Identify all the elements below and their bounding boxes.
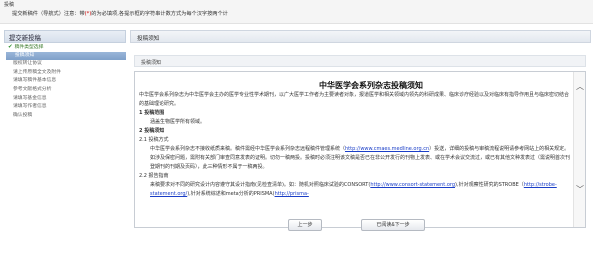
sidebar-title: 提交新投稿 xyxy=(4,30,126,43)
section-body: 中华医学会系列杂志不接收纸质来稿。稿件需经中华医学会系列杂志远程稿件管理系统（h… xyxy=(150,146,570,152)
notice-scroll-box[interactable]: 中华医学会系列杂志投稿须知 中华医学会系列杂志为中华医学会主办的医学专业性学术期… xyxy=(134,71,586,228)
scrollbar[interactable]: ︿ ﹀ xyxy=(573,72,585,227)
consort-link[interactable]: http://www.consort-statement.org xyxy=(370,182,455,188)
step-list: ✔ 稿件类型选择 投稿须知 版权转让协议 请上传原稿全文及附件 请填写稿件基本信息… xyxy=(4,43,126,120)
chevron-up-icon[interactable]: ︿ xyxy=(575,81,585,92)
step-item-notice[interactable]: 投稿须知 xyxy=(6,51,126,61)
page-title: 投稿 xyxy=(4,2,15,8)
panel-subtitle: 投稿须知 xyxy=(134,55,586,67)
step-item-upload[interactable]: 请上传原稿全文及附件 xyxy=(4,69,126,78)
read-next-button[interactable]: 已阅读&下一步 xyxy=(361,219,425,231)
step-item-references[interactable]: 参考文献格式分析 xyxy=(4,86,126,95)
section-body: 来稿要求对不同的研究设计内容遵守其设计指南(见检查清单)。如：随机对照临床试验的… xyxy=(150,182,557,197)
page-header: 投稿 提交新稿件（导航式）注意：带(*)的为必填项,各提示框的字符串计数方式为每… xyxy=(0,0,593,24)
step-item-confirm[interactable]: 确认投稿 xyxy=(4,112,126,121)
system-link[interactable]: http://www.cmaes.medline.org.cn xyxy=(345,146,429,152)
document-intro: 中华医学会系列杂志为中华医学会主办的医学专业性学术期刊，以广大医学工作者为主要读… xyxy=(139,92,570,107)
document-title: 中华医学会系列杂志投稿须知 xyxy=(319,81,423,90)
notice-document: 中华医学会系列杂志投稿须知 中华医学会系列杂志为中华医学会主办的医学专业性学术期… xyxy=(135,72,575,199)
section-heading: 2 投稿须知 xyxy=(139,128,165,134)
chevron-down-icon[interactable]: ﹀ xyxy=(575,184,585,195)
step-item-basic-info[interactable]: 请填写稿件基本信息 xyxy=(4,77,126,86)
section-body: 如涉及保密问题，需附有关部门审查同意发表的证明。切勿一稿两投。投稿时必须注明该文… xyxy=(150,155,571,170)
check-icon: ✔ xyxy=(8,44,13,50)
step-item-type-select[interactable]: ✔ 稿件类型选择 xyxy=(4,43,126,52)
instruction-text: 提交新稿件（导航式）注意：带(*)的为必填项,各提示框的字符串计数方式为每个汉字… xyxy=(12,11,228,17)
prisma-link[interactable]: http://prisma- xyxy=(275,191,309,197)
subsection-heading: 2.1 投稿方式 xyxy=(139,137,169,143)
subsection-heading: 2.2 报告指南 xyxy=(139,173,169,179)
section-body: 涵盖生物医学所有领域。 xyxy=(150,119,206,125)
section-heading: 1 投稿范围 xyxy=(139,110,165,116)
step-item-copyright[interactable]: 版权转让协议 xyxy=(4,60,126,69)
panel-title: 投稿须知 xyxy=(130,30,591,43)
prev-step-button[interactable]: 上一步 xyxy=(288,219,322,231)
step-item-authors[interactable]: 请填写作者信息 xyxy=(4,103,126,112)
step-item-funding[interactable]: 请填写基金信息 xyxy=(4,95,126,104)
step-sidebar: 提交新投稿 ✔ 稿件类型选择 投稿须知 版权转让协议 请上传原稿全文及附件 请填写… xyxy=(4,30,126,180)
